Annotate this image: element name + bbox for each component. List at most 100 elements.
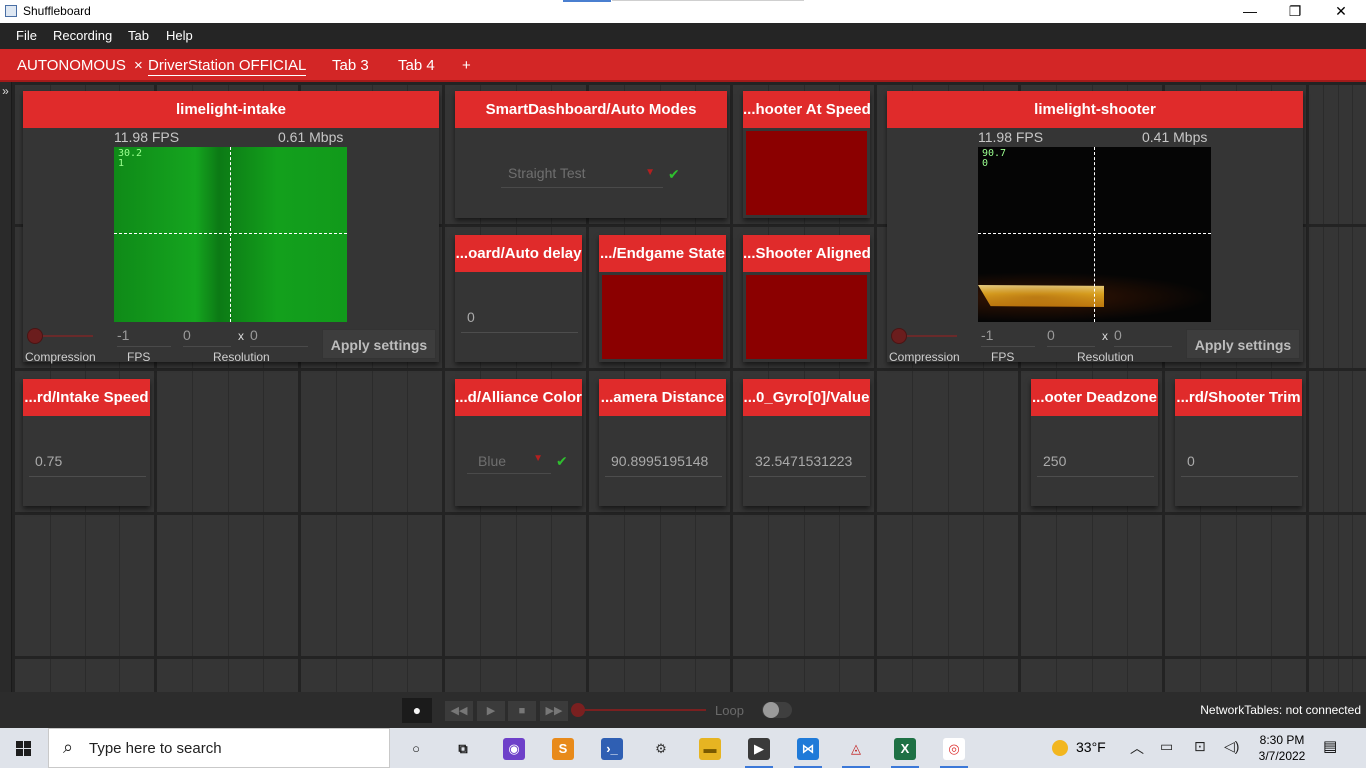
minimize-button[interactable]: — [1227, 0, 1273, 23]
chooser-widget-alliance-color: ...d/Alliance Color Blue ▼ ✔ [455, 379, 582, 506]
compression-slider-track[interactable] [899, 335, 957, 337]
grid-subdivision [1271, 659, 1272, 692]
widget-title[interactable]: SmartDashboard/Auto Modes [455, 91, 727, 128]
notification-center-icon[interactable]: ▤ [1323, 737, 1337, 755]
widget-title[interactable]: ...Shooter Aligned [743, 235, 870, 272]
taskbar-app-driver-station[interactable]: ▶ [739, 732, 779, 768]
playback-progress-track[interactable] [576, 709, 706, 711]
widget-title[interactable]: ...amera Distance [599, 379, 726, 416]
grid-subdivision [1056, 659, 1057, 692]
tab-4[interactable]: Tab 4 [398, 57, 435, 74]
taskbar-app-chrome[interactable]: ◎ [934, 732, 974, 768]
widget-title[interactable]: ...d/Alliance Color [455, 379, 582, 416]
close-window-button[interactable]: ✕ [1318, 0, 1364, 23]
add-tab-button[interactable]: + [462, 57, 471, 74]
fps-field[interactable]: -1 [981, 327, 1035, 347]
grid-subdivision [1236, 515, 1237, 656]
menu-help[interactable]: Help [166, 28, 193, 43]
restore-button[interactable]: ❐ [1272, 0, 1318, 23]
shooter-deadzone-value[interactable]: 250 [1037, 450, 1154, 477]
excel-icon: X [894, 738, 916, 761]
intake-speed-value[interactable]: 0.75 [29, 450, 146, 477]
camera-fps-readout: 11.98 FPS [114, 129, 180, 145]
resolution-height-field[interactable]: 0 [1114, 327, 1172, 347]
resolution-height-field[interactable]: 0 [250, 327, 308, 347]
widget-title[interactable]: ...0_Gyro[0]/Value [743, 379, 870, 416]
taskbar-app-excel[interactable]: X [885, 732, 925, 768]
title-loading-indicator [563, 0, 611, 2]
fps-field[interactable]: -1 [117, 327, 171, 347]
vscode-icon: ⋈ [797, 738, 819, 761]
alliance-color-dropdown[interactable]: Blue ▼ [467, 450, 551, 474]
taskbar-app-task-view[interactable]: ⧉ [443, 732, 483, 764]
auto-delay-value[interactable]: 0 [461, 306, 578, 333]
grid-subdivision [336, 371, 337, 512]
camera-widget-limelight-shooter: limelight-shooter 11.98 FPS 0.41 Mbps 90… [887, 91, 1303, 364]
widget-title[interactable]: .../Endgame State [599, 235, 726, 272]
compression-slider-knob[interactable] [27, 328, 43, 344]
compression-slider-track[interactable] [35, 335, 93, 337]
menu-tab[interactable]: Tab [128, 28, 149, 43]
battery-icon[interactable]: ▭ [1160, 738, 1173, 755]
camera-stream-view: 90.7 0 [978, 147, 1211, 322]
shooter-trim-value[interactable]: 0 [1181, 450, 1298, 477]
network-icon[interactable]: ⊡ [1194, 738, 1206, 755]
fps-label: FPS [991, 350, 1015, 364]
fast-forward-button[interactable]: ▶▶ [540, 701, 568, 721]
grid-subdivision [1338, 85, 1339, 224]
grid-subdivision [1352, 659, 1353, 692]
grid-subdivision [1323, 659, 1324, 692]
apply-settings-button[interactable]: Apply settings [1186, 329, 1300, 359]
camera-distance-value[interactable]: 90.8995195148 [605, 450, 722, 477]
widget-title[interactable]: ...hooter At Speed [743, 91, 870, 128]
tab-3[interactable]: Tab 3 [332, 57, 369, 74]
rewind-button[interactable]: ◀◀ [445, 701, 473, 721]
chevron-up-icon[interactable]: ︿ [1130, 738, 1144, 758]
widget-title[interactable]: ...rd/Shooter Trim [1175, 379, 1302, 416]
tab-driverstation-official[interactable]: DriverStation OFFICIAL [148, 57, 307, 76]
taskbar-app-powershell[interactable]: ›_ [592, 732, 632, 764]
taskbar-app-settings[interactable]: ⚙ [641, 732, 681, 764]
taskbar-app-shuffleboard[interactable]: ◬ [836, 732, 876, 768]
taskbar-app-vscode[interactable]: ⋈ [788, 732, 828, 768]
gyro-value[interactable]: 32.5471531223 [749, 450, 866, 477]
widget-title[interactable]: limelight-shooter [887, 91, 1303, 128]
tab-close-icon[interactable]: × [134, 57, 143, 74]
apply-settings-button[interactable]: Apply settings [322, 329, 436, 359]
resolution-width-field[interactable]: 0 [183, 327, 231, 347]
compression-slider-knob[interactable] [891, 328, 907, 344]
search-icon: ⌕ [63, 737, 74, 757]
playback-progress-knob[interactable] [571, 703, 585, 717]
grid-subdivision [768, 659, 769, 692]
resolution-width-field[interactable]: 0 [1047, 327, 1095, 347]
menu-file[interactable]: File [16, 28, 37, 43]
widget-title[interactable]: ...oard/Auto delay [455, 235, 582, 272]
taskbar-app-sublime-text[interactable]: S [543, 732, 583, 764]
grid-row-divider [12, 82, 1366, 85]
widget-title[interactable]: ...rd/Intake Speed [23, 379, 150, 416]
weather-widget[interactable]: 33°F [1052, 739, 1106, 757]
grid-subdivision [551, 515, 552, 656]
tab-autonomous[interactable]: AUTONOMOUS [17, 57, 126, 74]
grid-subdivision [804, 659, 805, 692]
auto-mode-dropdown[interactable]: Straight Test ▼ [501, 164, 663, 188]
sidebar-expand-icon[interactable]: » [0, 82, 12, 692]
taskbar-search-box[interactable]: ⌕ Type here to search [48, 728, 390, 768]
taskbar-app-github-desktop[interactable]: ◉ [494, 732, 534, 764]
loop-toggle[interactable] [762, 702, 792, 718]
resolution-separator: x [1102, 329, 1108, 343]
number-widget-shooter-trim: ...rd/Shooter Trim 0 [1175, 379, 1302, 506]
taskbar-app-cortana[interactable]: ○ [396, 732, 436, 764]
start-button[interactable] [0, 728, 48, 768]
system-clock[interactable]: 8:30 PM 3/7/2022 [1252, 732, 1312, 764]
volume-icon[interactable]: ◁) [1224, 738, 1239, 755]
widget-title[interactable]: limelight-intake [23, 91, 439, 128]
stop-button[interactable]: ■ [508, 701, 536, 721]
grid-subdivision [1323, 515, 1324, 656]
menu-recording[interactable]: Recording [53, 28, 112, 43]
record-button[interactable]: ● [402, 698, 432, 723]
widget-title[interactable]: ...ooter Deadzone [1031, 379, 1158, 416]
grid-subdivision [1092, 515, 1093, 656]
play-button[interactable]: ▶ [477, 701, 505, 721]
taskbar-app-file-explorer[interactable]: ▬ [690, 732, 730, 764]
